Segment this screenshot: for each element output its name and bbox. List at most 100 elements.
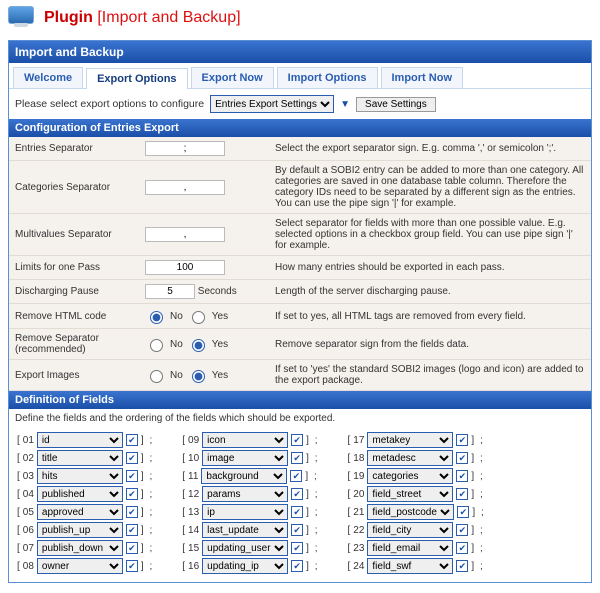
field-check-02[interactable]: ✔ — [126, 452, 138, 464]
semicolon: ; — [147, 471, 153, 482]
field-select-24[interactable]: field_swf — [367, 558, 453, 574]
semicolon: ; — [312, 435, 318, 446]
field-check-11[interactable]: ✔ — [290, 470, 302, 482]
fields-col-3: [17metakey✔] ;[18metadesc✔] ;[19categori… — [348, 432, 484, 574]
bracket-close: ] — [141, 525, 144, 536]
field-row-03: [03hits✔] ; — [17, 468, 152, 484]
radio-export-images-yes[interactable] — [192, 370, 205, 383]
row-export-images: Export Images No Yes If set to 'yes' the… — [9, 360, 591, 391]
field-select-23[interactable]: field_email — [367, 540, 453, 556]
radio-remove-html-no[interactable] — [150, 311, 163, 324]
field-check-18[interactable]: ✔ — [456, 452, 468, 464]
field-select-20[interactable]: field_street — [367, 486, 453, 502]
field-check-16[interactable]: ✔ — [291, 560, 303, 572]
bracket-close: ] — [306, 453, 309, 464]
field-check-15[interactable]: ✔ — [291, 542, 303, 554]
field-select-22[interactable]: field_city — [367, 522, 453, 538]
semicolon: ; — [477, 561, 483, 572]
field-check-21[interactable]: ✔ — [457, 506, 469, 518]
field-check-07[interactable]: ✔ — [126, 542, 138, 554]
field-row-09: [09icon✔] ; — [182, 432, 317, 448]
field-num: 01 — [23, 435, 34, 446]
section-fields-title: Definition of Fields — [9, 391, 591, 409]
field-check-23[interactable]: ✔ — [456, 542, 468, 554]
bracket-close: ] — [471, 489, 474, 500]
field-select-04[interactable]: published — [37, 486, 123, 502]
tab-welcome[interactable]: Welcome — [13, 67, 83, 88]
field-select-14[interactable]: last_update — [202, 522, 288, 538]
field-select-05[interactable]: approved — [37, 504, 123, 520]
field-select-08[interactable]: owner — [37, 558, 123, 574]
export-settings-select[interactable]: Entries Export Settings — [210, 95, 334, 113]
field-select-17[interactable]: metakey — [367, 432, 453, 448]
radio-remove-sep-no[interactable] — [150, 339, 163, 352]
label-discharging-pause: Discharging Pause — [9, 280, 139, 304]
field-select-06[interactable]: publish_up — [37, 522, 123, 538]
input-multivalues-separator[interactable] — [145, 227, 225, 242]
desc-limits-pass: How many entries should be exported in e… — [269, 256, 591, 280]
field-num: 21 — [353, 507, 364, 518]
plugin-icon — [8, 6, 36, 30]
semicolon: ; — [147, 561, 153, 572]
field-check-10[interactable]: ✔ — [291, 452, 303, 464]
field-row-14: [14last_update✔] ; — [182, 522, 317, 538]
field-select-13[interactable]: ip — [202, 504, 288, 520]
bracket-close: ] — [306, 507, 309, 518]
bracket-open: [ — [348, 507, 351, 518]
field-check-20[interactable]: ✔ — [456, 488, 468, 500]
field-select-09[interactable]: icon — [202, 432, 288, 448]
radio-remove-sep-yes[interactable] — [192, 339, 205, 352]
field-check-19[interactable]: ✔ — [456, 470, 468, 482]
field-select-07[interactable]: publish_down — [37, 540, 123, 556]
field-check-12[interactable]: ✔ — [291, 488, 303, 500]
tab-export-now[interactable]: Export Now — [191, 67, 274, 88]
field-check-03[interactable]: ✔ — [126, 470, 138, 482]
tab-export-options[interactable]: Export Options — [86, 68, 187, 89]
input-entries-separator[interactable] — [145, 141, 225, 156]
tab-import-options[interactable]: Import Options — [277, 67, 378, 88]
input-categories-separator[interactable] — [145, 180, 225, 195]
field-check-04[interactable]: ✔ — [126, 488, 138, 500]
input-limits-pass[interactable] — [145, 260, 225, 275]
field-check-14[interactable]: ✔ — [291, 524, 303, 536]
field-check-06[interactable]: ✔ — [126, 524, 138, 536]
field-num: 12 — [188, 489, 199, 500]
radio-export-images-no[interactable] — [150, 370, 163, 383]
field-check-24[interactable]: ✔ — [456, 560, 468, 572]
radio-remove-html-yes[interactable] — [192, 311, 205, 324]
field-check-09[interactable]: ✔ — [291, 434, 303, 446]
field-check-13[interactable]: ✔ — [291, 506, 303, 518]
field-select-12[interactable]: params — [202, 486, 288, 502]
field-select-03[interactable]: hits — [37, 468, 123, 484]
field-num: 17 — [353, 435, 364, 446]
field-check-22[interactable]: ✔ — [456, 524, 468, 536]
field-num: 15 — [188, 543, 199, 554]
field-check-01[interactable]: ✔ — [126, 434, 138, 446]
save-settings-button[interactable]: Save Settings — [356, 97, 436, 112]
field-select-15[interactable]: updating_user — [202, 540, 288, 556]
row-entries-separator: Entries Separator Select the export sepa… — [9, 137, 591, 161]
field-select-19[interactable]: categories — [367, 468, 453, 484]
bracket-open: [ — [17, 543, 20, 554]
field-check-17[interactable]: ✔ — [456, 434, 468, 446]
field-select-01[interactable]: id — [37, 432, 123, 448]
field-num: 24 — [353, 561, 364, 572]
field-num: 09 — [188, 435, 199, 446]
field-num: 22 — [353, 525, 364, 536]
title-text: Plugin — [44, 9, 93, 26]
field-select-18[interactable]: metadesc — [367, 450, 453, 466]
bracket-open: [ — [17, 435, 20, 446]
desc-categories-separator: By default a SOBI2 entry can be added to… — [269, 161, 591, 214]
tab-import-now[interactable]: Import Now — [381, 67, 464, 88]
input-discharging-pause[interactable] — [145, 284, 195, 299]
label-remove-html: Remove HTML code — [9, 304, 139, 329]
field-select-02[interactable]: title — [37, 450, 123, 466]
field-select-16[interactable]: updating_ip — [202, 558, 288, 574]
field-select-11[interactable]: background — [201, 468, 287, 484]
field-check-05[interactable]: ✔ — [126, 506, 138, 518]
field-select-10[interactable]: image — [202, 450, 288, 466]
fields-col-1: [01id✔] ;[02title✔] ;[03hits✔] ;[04publi… — [17, 432, 152, 574]
field-select-21[interactable]: field_postcode — [367, 504, 454, 520]
fields-col-2: [09icon✔] ;[10image✔] ;[11background✔] ;… — [182, 432, 317, 574]
field-check-08[interactable]: ✔ — [126, 560, 138, 572]
